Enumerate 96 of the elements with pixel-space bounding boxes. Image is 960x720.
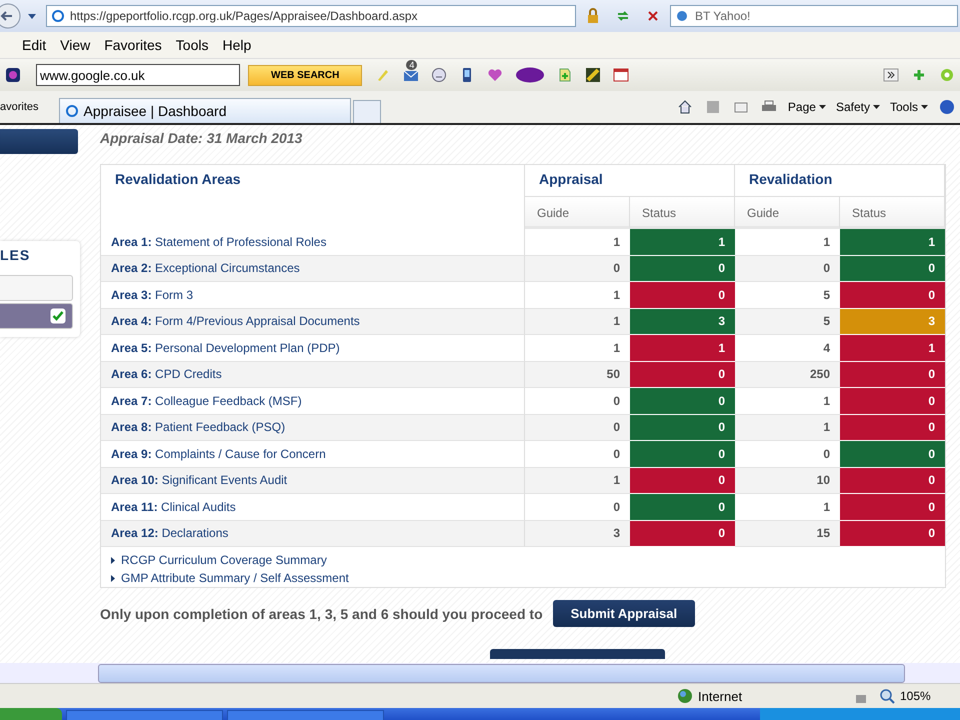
column-header: Status bbox=[840, 197, 945, 229]
new-tab-button[interactable] bbox=[352, 100, 381, 123]
status-cell: 0 bbox=[630, 362, 735, 388]
column-header: Guide bbox=[735, 197, 840, 229]
area-link[interactable]: Area 1: Statement of Professional Roles bbox=[111, 234, 326, 249]
status-cell: 0 bbox=[630, 388, 735, 414]
toolbar-logo-icon[interactable] bbox=[5, 67, 21, 83]
caret-icon bbox=[921, 105, 928, 109]
table-cell: 5 bbox=[735, 308, 840, 335]
status-cell: 0 bbox=[630, 256, 735, 282]
back-icon[interactable] bbox=[0, 2, 22, 30]
status-cell: 0 bbox=[630, 520, 735, 547]
mail-count-badge: 4 bbox=[406, 60, 418, 70]
table-cell: 0 bbox=[525, 414, 630, 441]
status-cell: 0 bbox=[840, 256, 945, 282]
table-cell: 15 bbox=[735, 520, 840, 547]
status-cell: 0 bbox=[840, 520, 945, 547]
table-cell: 0 bbox=[525, 256, 630, 282]
status-cell: 0 bbox=[630, 441, 735, 468]
status-cell: 1 bbox=[630, 229, 735, 256]
taskbar-button[interactable] bbox=[227, 710, 384, 720]
zoom-level[interactable]: 105% bbox=[900, 689, 960, 703]
taskbar-button[interactable] bbox=[66, 710, 223, 720]
table-cell: 10 bbox=[735, 468, 840, 494]
search-field[interactable]: BT Yahoo! bbox=[670, 5, 958, 27]
zone-label: Internet bbox=[698, 688, 744, 704]
status-cell: 0 bbox=[840, 468, 945, 494]
summary-link[interactable]: GMP Attribute Summary / Self Assessment bbox=[121, 571, 349, 585]
command-menu[interactable]: Page bbox=[788, 100, 826, 114]
command-menu[interactable]: Safety bbox=[836, 100, 880, 114]
chevron-icon[interactable] bbox=[883, 67, 899, 83]
home-icon[interactable] bbox=[676, 99, 693, 115]
column-header: Status bbox=[630, 197, 735, 229]
area-link[interactable]: Area 9: Complaints / Cause for Concern bbox=[111, 446, 326, 461]
table-cell: 1 bbox=[525, 468, 630, 494]
table-cell: 1 bbox=[735, 414, 840, 441]
scrollbar-thumb[interactable] bbox=[98, 664, 905, 682]
address-field[interactable]: https://gpeportfolio.rcgp.org.uk/Pages/Appraisee/Dashboard.aspx bbox=[46, 5, 576, 27]
summary-link[interactable]: RCGP Curriculum Coverage Summary bbox=[121, 553, 327, 567]
status-cell: 1 bbox=[630, 335, 735, 362]
table-cell: 250 bbox=[735, 362, 840, 388]
area-link[interactable]: Area 6: CPD Credits bbox=[111, 367, 222, 382]
triangle-icon bbox=[111, 574, 115, 582]
status-cell: 0 bbox=[630, 282, 735, 308]
browser-tab[interactable]: Appraisee | Dashboard bbox=[58, 98, 351, 123]
status-cell: 0 bbox=[840, 414, 945, 441]
zoom-icon[interactable] bbox=[879, 688, 895, 704]
status-cell: 0 bbox=[630, 468, 735, 494]
status-cell: 0 bbox=[840, 441, 945, 468]
bookmark-icon[interactable] bbox=[557, 67, 574, 83]
column-header: Guide bbox=[525, 197, 630, 229]
status-cell: 3 bbox=[840, 308, 945, 335]
status-cell: 0 bbox=[840, 494, 945, 520]
status-cell: 0 bbox=[630, 414, 735, 441]
calendar-icon[interactable] bbox=[613, 67, 630, 83]
triangle-icon bbox=[111, 556, 115, 564]
menu-item[interactable]: Tools bbox=[168, 37, 216, 53]
table-cell: 3 bbox=[525, 520, 630, 547]
favorites-label[interactable]: avorites bbox=[0, 101, 39, 113]
menu-item[interactable]: View bbox=[53, 37, 98, 53]
area-link[interactable]: Area 3: Form 3 bbox=[111, 288, 194, 302]
table-cell: 1 bbox=[525, 308, 630, 335]
table-cell: 0 bbox=[735, 256, 840, 282]
status-cell: 1 bbox=[840, 335, 945, 362]
photo-icon[interactable] bbox=[585, 67, 602, 83]
search-field[interactable]: www.google.co.uk bbox=[36, 64, 240, 86]
panel-title: LES bbox=[0, 247, 32, 265]
web-search-button[interactable]: WEB SEARCH bbox=[248, 64, 362, 86]
area-link[interactable]: Area 7: Colleague Feedback (MSF) bbox=[111, 394, 302, 408]
command-menu[interactable]: Tools bbox=[890, 100, 928, 114]
area-link[interactable]: Area 11: Clinical Audits bbox=[111, 500, 236, 514]
caret-icon bbox=[872, 105, 880, 109]
status-cell: 1 bbox=[840, 229, 945, 256]
instruction-text: Only upon completion of areas 1, 3, 5 and 6 should you proceed to bbox=[100, 606, 543, 622]
start-button[interactable] bbox=[0, 708, 62, 720]
area-link[interactable]: Area 5: Personal Development Plan (PDP) bbox=[111, 340, 340, 355]
appraisal-date: Appraisal Date: 31 March 2013 bbox=[100, 130, 304, 148]
status-cell: 0 bbox=[840, 282, 945, 308]
menu-item[interactable]: Edit bbox=[15, 37, 54, 53]
page-icon bbox=[51, 9, 65, 23]
smiley-icon[interactable] bbox=[431, 67, 448, 83]
sidebar-item[interactable] bbox=[0, 303, 73, 329]
hearts-icon[interactable] bbox=[487, 67, 504, 83]
dropdown-icon[interactable] bbox=[28, 14, 36, 18]
status-cell: 3 bbox=[630, 308, 735, 335]
status-cell: 0 bbox=[840, 388, 945, 414]
menu-item[interactable]: Help bbox=[215, 37, 258, 53]
status-cell: 0 bbox=[840, 362, 945, 388]
table-cell: 50 bbox=[525, 362, 630, 388]
area-link[interactable]: Area 12: Declarations bbox=[111, 526, 228, 540]
page-icon bbox=[64, 104, 79, 118]
plus-icon[interactable] bbox=[911, 67, 927, 83]
caret-icon bbox=[818, 105, 826, 109]
status-cell: 0 bbox=[630, 494, 735, 520]
submit-button[interactable]: Submit Appraisal bbox=[552, 600, 696, 627]
menu-item[interactable]: Favorites bbox=[97, 37, 169, 53]
